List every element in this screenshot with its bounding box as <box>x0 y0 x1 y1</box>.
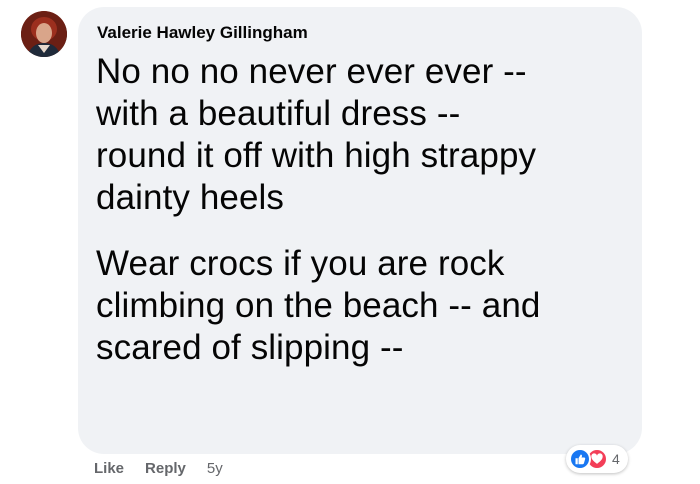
comment: Valerie Hawley Gillingham No no no never… <box>0 0 700 484</box>
thumbs-up-icon <box>569 448 591 470</box>
comment-line: round it off with high strappy <box>96 136 537 175</box>
like-button[interactable]: Like <box>94 460 124 478</box>
comment-line: climbing on the beach -- and <box>96 286 541 325</box>
comment-line: dainty heels <box>96 178 284 217</box>
comment-actions: Like Reply 5y <box>94 460 223 478</box>
reply-button[interactable]: Reply <box>145 460 186 478</box>
timestamp[interactable]: 5y <box>207 460 223 478</box>
comment-paragraph: No no no never ever ever -- with a beaut… <box>96 51 624 219</box>
comment-line: No no no never ever ever -- <box>96 52 527 91</box>
comment-bubble: Valerie Hawley Gillingham No no no never… <box>78 7 642 454</box>
reaction-count: 4 <box>612 451 620 467</box>
author-name[interactable]: Valerie Hawley Gillingham <box>97 23 624 43</box>
comment-paragraph: Wear crocs if you are rock climbing on t… <box>96 243 624 369</box>
comment-line: Wear crocs if you are rock <box>96 244 505 283</box>
avatar[interactable] <box>21 11 67 57</box>
profile-photo-icon <box>21 11 67 57</box>
reactions-summary[interactable]: 4 <box>566 445 628 473</box>
comment-line: scared of slipping -- <box>96 328 404 367</box>
comment-line: with a beautiful dress -- <box>96 94 461 133</box>
